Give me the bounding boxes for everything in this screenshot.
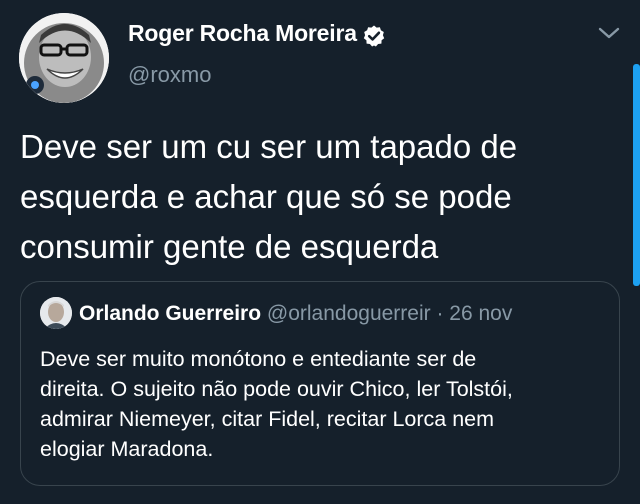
quoted-tweet-date[interactable]: 26 nov (449, 302, 512, 325)
author-handle[interactable]: @roxmo (128, 62, 211, 88)
verified-badge-icon (363, 25, 385, 47)
tweet-card: Roger Rocha Moreira @roxmo Deve ser um c… (0, 0, 640, 504)
quoted-tweet-header: Orlando Guerreiro @orlandoguerreir · 26 … (79, 302, 512, 326)
tweet-text: Deve ser um cu ser um tapado de esquerda… (20, 128, 518, 265)
author-avatar-image (19, 13, 109, 103)
scrollbar[interactable] (633, 64, 640, 286)
author-avatar[interactable] (19, 13, 109, 103)
meta-separator: · (430, 302, 450, 325)
quoted-tweet-text: Deve ser muito monótono e entediante ser… (40, 347, 513, 461)
quoted-author-avatar-image (40, 297, 72, 329)
chevron-down-icon[interactable] (596, 24, 622, 42)
author-name[interactable]: Roger Rocha Moreira (128, 20, 357, 47)
quoted-author-name[interactable]: Orlando Guerreiro (79, 302, 261, 325)
quoted-tweet[interactable]: Orlando Guerreiro @orlandoguerreir · 26 … (20, 281, 620, 486)
quoted-author-handle[interactable]: @orlandoguerreir (267, 302, 431, 325)
quoted-author-avatar[interactable] (40, 297, 72, 329)
